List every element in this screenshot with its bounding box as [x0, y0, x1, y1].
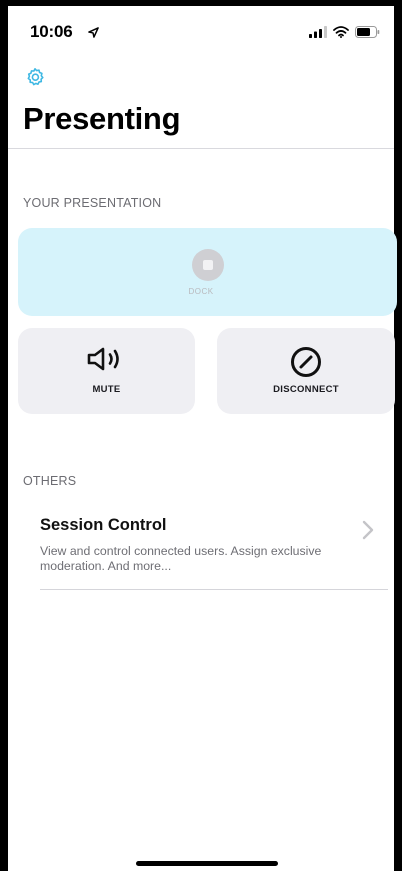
- status-indicators: [309, 25, 380, 43]
- mute-label: MUTE: [92, 384, 121, 395]
- status-time: 10:06: [30, 22, 73, 41]
- list-item-title: Session Control: [40, 516, 167, 534]
- section-label-others: OTHERS: [23, 474, 77, 488]
- dock-label: DOCK: [188, 287, 214, 296]
- home-indicator[interactable]: [136, 861, 278, 866]
- chevron-right-icon: [362, 520, 374, 545]
- disconnect-label: DISCONNECT: [273, 384, 339, 395]
- device-frame-right: [394, 0, 402, 871]
- status-bar: 10:06: [8, 6, 394, 54]
- battery-icon: [355, 25, 380, 43]
- wifi-icon: [333, 25, 349, 43]
- list-divider: [40, 589, 388, 590]
- mute-button[interactable]: MUTE: [18, 328, 195, 414]
- device-frame-left: [0, 0, 8, 871]
- page-title: Presenting: [23, 101, 181, 136]
- prohibited-icon: [290, 346, 322, 383]
- cellular-signal-icon: [309, 25, 327, 43]
- stop-icon: [191, 249, 224, 281]
- dock-button[interactable]: [18, 228, 397, 316]
- header-divider: [8, 148, 394, 149]
- gear-icon[interactable]: [25, 67, 45, 87]
- list-item-description: View and control connected users. Assign…: [40, 544, 322, 573]
- section-label-your-presentation: YOUR PRESENTATION: [23, 196, 162, 210]
- speaker-icon: [86, 346, 128, 377]
- disconnect-button[interactable]: DISCONNECT: [217, 328, 395, 414]
- list-item-session-control[interactable]: Session Control View and control connect…: [40, 510, 388, 590]
- location-arrow-icon: [88, 25, 99, 43]
